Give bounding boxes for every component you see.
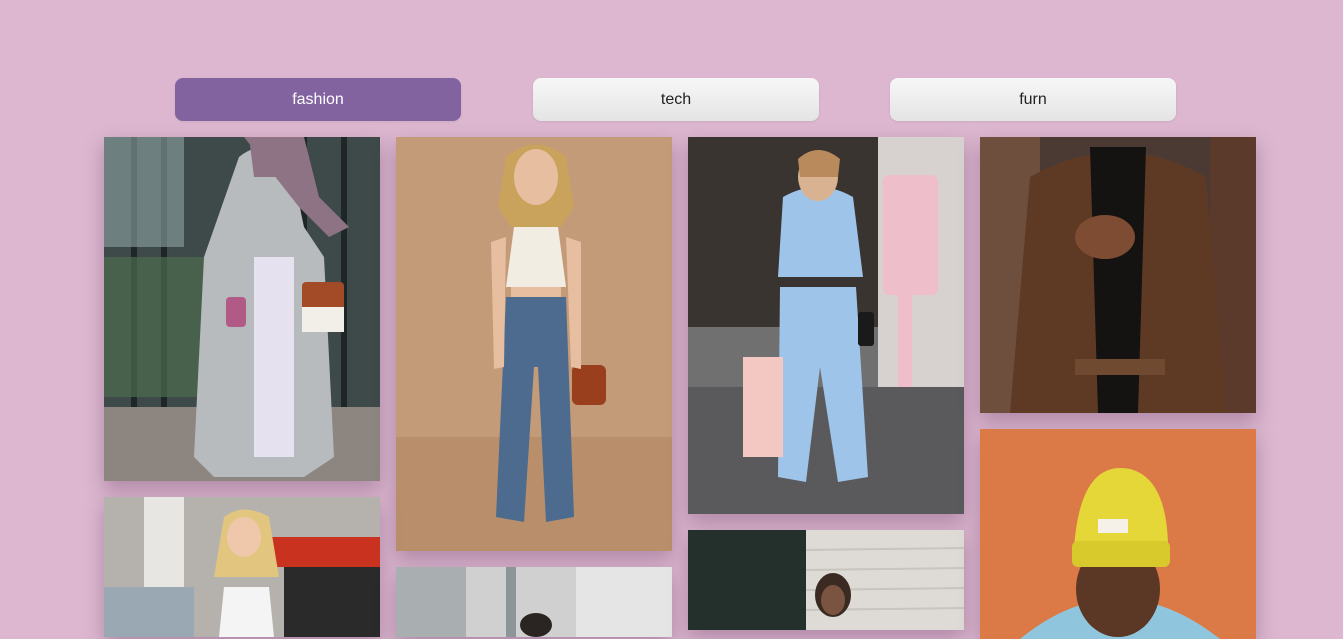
gallery-image-sweatsuit[interactable] (688, 137, 964, 514)
beanie-photo (980, 429, 1256, 639)
sweatsuit-photo (688, 137, 964, 514)
street-photo (396, 567, 672, 637)
tab-tech[interactable]: tech (533, 78, 819, 121)
gallery-image-beanie[interactable] (980, 429, 1256, 639)
jeans-photo (396, 137, 672, 551)
abaya-photo (104, 137, 380, 481)
gallery-image-abaya[interactable] (104, 137, 380, 481)
building-photo (688, 530, 964, 630)
tab-fashion[interactable]: fashion (175, 78, 461, 121)
blonde-photo (104, 497, 380, 637)
jacket-photo (980, 137, 1256, 413)
gallery-image-blonde[interactable] (104, 497, 380, 637)
tab-furn[interactable]: furn (890, 78, 1176, 121)
gallery-image-jeans[interactable] (396, 137, 672, 551)
gallery-image-jacket[interactable] (980, 137, 1256, 413)
gallery-image-street[interactable] (396, 567, 672, 637)
category-tabs: fashion tech furn (0, 78, 1343, 121)
gallery-image-building[interactable] (688, 530, 964, 630)
